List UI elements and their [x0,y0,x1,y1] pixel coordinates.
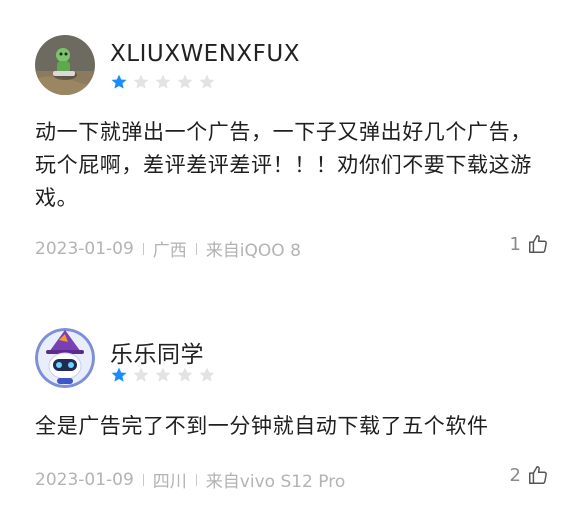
star-icon [177,367,193,382]
review-date: 2023-01-09 [35,469,134,490]
review-device: 来自iQOO 8 [205,241,301,261]
star-rating [110,366,216,384]
star-icon [111,367,127,382]
like-count: 1 [509,233,521,255]
star-icon [199,74,215,89]
star-icon [133,74,149,89]
star-icon [177,74,193,89]
review-meta: 2023-01-09 四川 来自vivo S12 Pro [35,467,346,493]
divider [142,242,144,255]
star-icon [199,367,215,382]
username: 乐乐同学 [110,342,204,368]
avatar[interactable] [35,328,95,388]
review-date: 2023-01-09 [35,238,134,259]
like-button[interactable]: 2 [510,464,549,486]
review-location: 四川 [152,472,187,492]
username: XLIUXWENXFUX [110,41,300,67]
divider [195,473,197,486]
thumbs-up-icon[interactable] [527,233,549,255]
thumbs-up-icon[interactable] [527,464,549,486]
star-icon [155,74,171,89]
star-icon [155,367,171,382]
review-content: 全是广告完了不到一分钟就自动下载了五个软件 [35,414,489,438]
divider [142,473,144,486]
avatar[interactable] [35,35,95,95]
star-icon [111,74,127,89]
like-count: 2 [509,464,521,486]
review-meta: 2023-01-09 广西 来自iQOO 8 [35,236,301,262]
divider [195,242,197,255]
review-location: 广西 [152,241,187,261]
review-device: 来自vivo S12 Pro [205,472,346,492]
star-icon [133,367,149,382]
review-content: 动一下就弹出一个广告，一下子又弹出好几个广告，玩个屁啊，差评差评差评！！！劝你们… [35,120,532,210]
star-rating [110,73,216,91]
like-button[interactable]: 1 [510,233,549,255]
